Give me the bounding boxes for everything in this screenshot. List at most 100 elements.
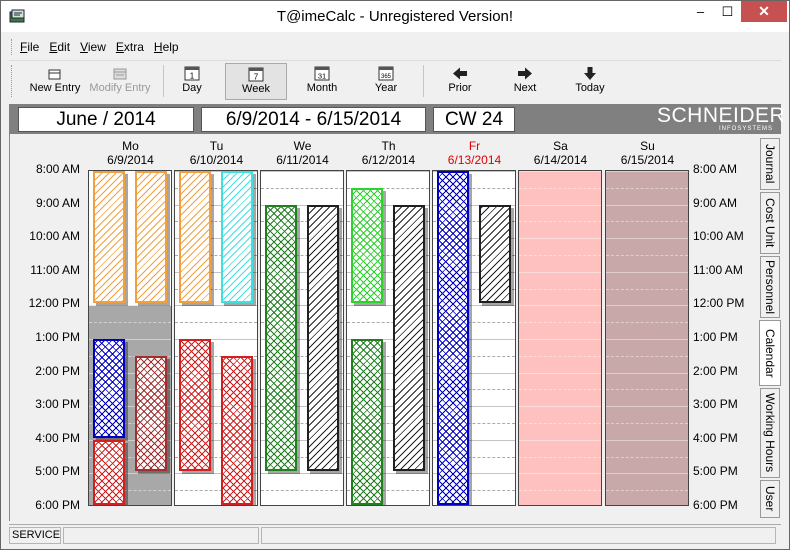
time-slot-line [519,339,601,340]
appointment-block[interactable] [135,355,167,472]
time-slot-line [606,171,688,172]
prior-button[interactable]: Prior [439,63,481,100]
appointment-block[interactable] [179,171,211,304]
time-label-left: 12:00 PM [28,296,80,311]
day-column[interactable] [174,170,258,506]
time-slot-line [261,187,343,189]
time-label-left: 6:00 PM [35,498,80,512]
time-slot-line [519,456,601,458]
time-label-right: 5:00 PM [693,464,738,479]
menu-view[interactable]: View [80,40,106,54]
status-bar: SERVICE [9,524,781,544]
week-range-display[interactable]: 6/9/2014 - 6/15/2014 [201,107,426,132]
menu-bar: File Edit View Extra Help [9,37,781,57]
minimize-button[interactable]: – [687,1,714,22]
time-slot-line [606,288,688,290]
appointment-block[interactable] [135,171,167,304]
time-slot-line [606,238,688,240]
appointment-block[interactable] [221,355,253,505]
time-label-left: 4:00 PM [35,430,80,445]
new-entry-button[interactable]: New Entry [27,63,83,100]
day-header[interactable]: Mo 6/9/2014 [88,139,173,167]
side-tab-label: Personnel [763,259,777,315]
side-tab-journal[interactable]: Journal [760,138,780,190]
time-slot-line [606,456,688,458]
day-view-button[interactable]: 1 Day [169,63,215,100]
appointment-block[interactable] [437,171,469,505]
next-button[interactable]: Next [504,63,546,100]
day-header[interactable]: Su 6/15/2014 [605,139,690,167]
time-label-right: 2:00 PM [693,363,738,378]
month-calendar-icon: 31 [314,66,330,81]
title-bar[interactable]: T@imeCalc - Unregistered Version! – ☐ ✕ [1,1,789,32]
month-view-label: Month [306,82,338,94]
month-view-button[interactable]: 31 Month [299,63,345,100]
time-slot-line [606,305,688,307]
time-slot-line [606,322,688,324]
side-tab-cost-unit[interactable]: Cost Unit [760,192,780,254]
day-name: Fr [468,139,481,153]
appointment-block[interactable] [479,204,511,304]
day-date: 6/11/2014 [276,153,329,167]
appointment-block[interactable] [351,339,383,505]
calendar-week-display[interactable]: CW 24 [433,107,515,132]
prior-label: Prior [448,82,472,94]
year-view-button[interactable]: 365 Year [363,63,409,100]
appointment-block[interactable] [307,204,339,472]
menu-file[interactable]: File [20,40,39,54]
appointment-block[interactable] [351,187,383,304]
day-column[interactable] [260,170,344,506]
maximize-button[interactable]: ☐ [714,1,741,22]
day-header[interactable]: Fr 6/13/2014 [432,139,517,167]
day-header[interactable]: Th 6/12/2014 [346,139,431,167]
day-date: 6/10/2014 [189,153,244,167]
time-slot-line [519,389,601,391]
time-label-right: 8:00 AM [693,162,738,176]
day-column[interactable] [518,170,602,506]
day-column[interactable] [432,170,516,506]
time-label-right: 12:00 PM [693,296,745,311]
side-tab-personnel[interactable]: Personnel [760,256,780,318]
time-slot-line [606,389,688,391]
day-header[interactable]: Sa 6/14/2014 [518,139,603,167]
day-column[interactable] [346,170,430,506]
side-tab-calendar[interactable]: Calendar [759,320,781,386]
time-slot-line [519,271,601,273]
time-label-right: 6:00 PM [693,498,738,512]
month-display[interactable]: June / 2014 [18,107,194,132]
toolbar-grip[interactable] [11,65,14,97]
appointment-block[interactable] [179,339,211,472]
appointment-block[interactable] [93,171,125,304]
day-name: Mo [122,139,139,153]
day-header[interactable]: We 6/11/2014 [260,139,345,167]
modify-entry-button[interactable]: Modify Entry [87,63,153,100]
time-label-left: 1:00 PM [35,330,80,344]
menu-extra[interactable]: Extra [116,40,144,54]
window-title: T@imeCalc - Unregistered Version! [276,8,514,25]
time-slot-line [519,490,601,492]
menu-edit[interactable]: Edit [49,40,70,54]
appointment-block[interactable] [393,204,425,472]
side-tab-working-hours[interactable]: Working Hours [760,388,780,478]
appointment-block[interactable] [265,204,297,472]
appointment-block[interactable] [93,339,125,438]
day-column[interactable] [605,170,689,506]
day-column[interactable] [88,170,172,506]
close-button[interactable]: ✕ [741,1,787,22]
time-slot-line [347,171,429,172]
time-label-left: 2:00 PM [35,363,80,378]
menu-grip[interactable] [11,39,14,55]
appointment-block[interactable] [221,171,253,304]
menu-label-rest: elp [162,40,179,54]
arrow-down-icon [584,67,596,80]
day-header[interactable]: Tu 6/10/2014 [174,139,259,167]
week-view-button[interactable]: 7 Week [225,63,287,100]
week-calendar: 8:00 AM 8:00 AM 9:00 AM 9:00 AM 10:00 AM 10:0… [9,134,759,521]
menu-help[interactable]: Help [154,40,179,54]
time-slot-line [519,473,601,475]
side-tab-user[interactable]: User [760,480,780,518]
day-date: 6/15/2014 [620,153,675,167]
day-view-label: Day [182,82,202,94]
today-button[interactable]: Today [567,63,613,100]
appointment-block[interactable] [93,439,125,505]
